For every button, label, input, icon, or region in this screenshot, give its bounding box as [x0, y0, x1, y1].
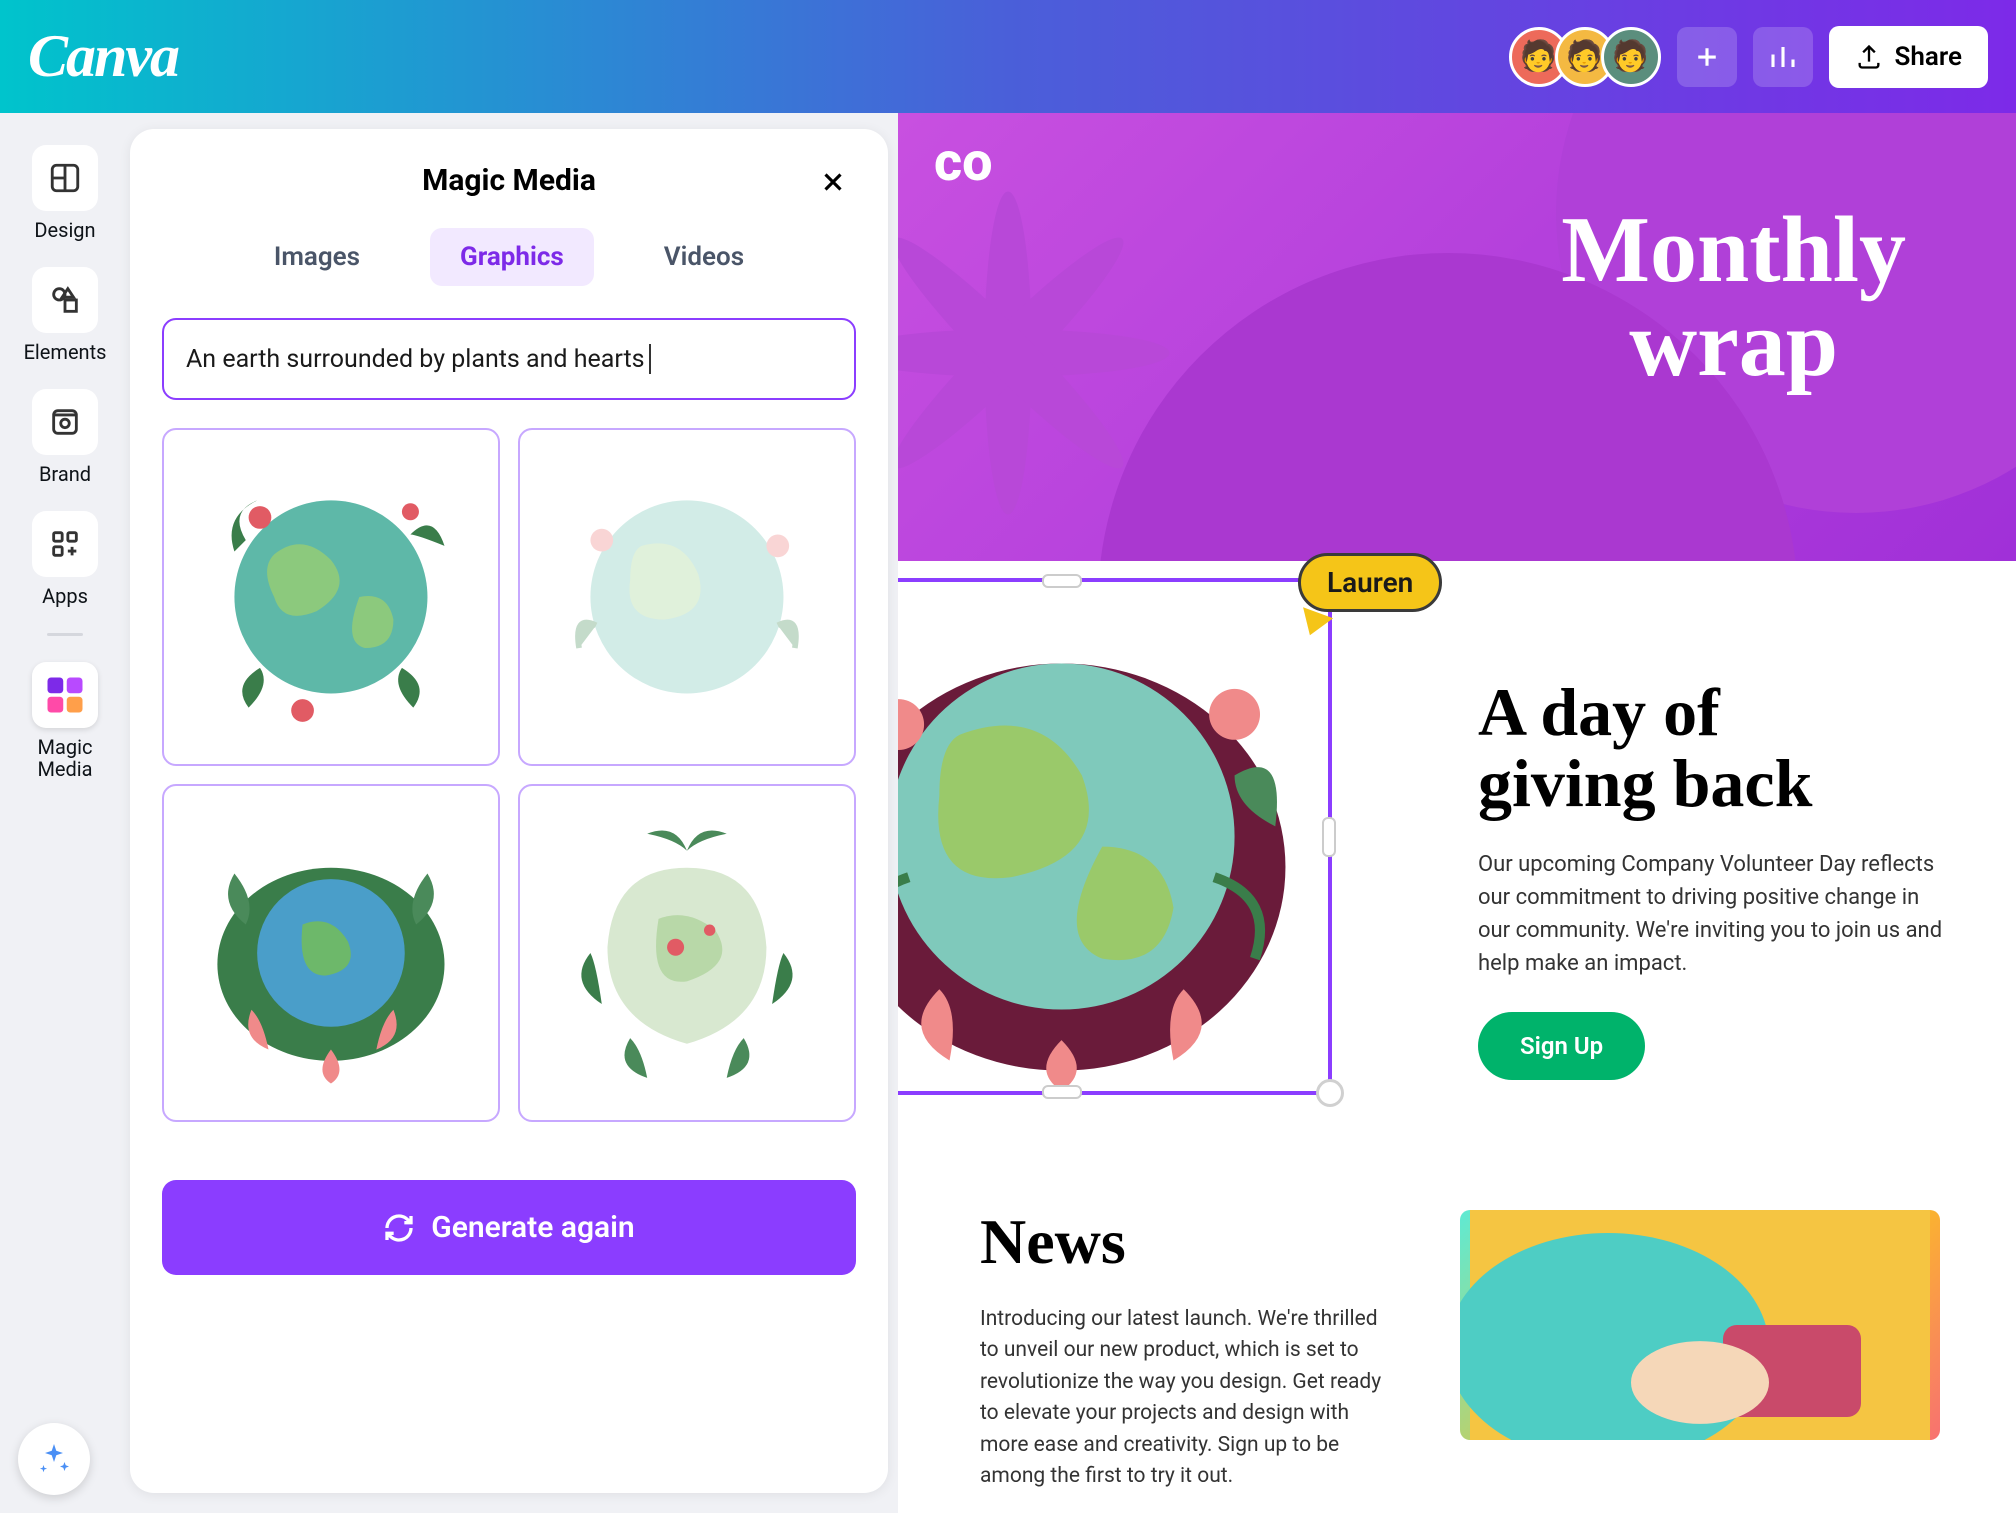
document[interactable]: co Monthly wrap — [898, 113, 2016, 1513]
canvas[interactable]: co Monthly wrap — [898, 113, 2016, 1513]
article-body[interactable]: Our upcoming Company Volunteer Day refle… — [1478, 848, 1946, 980]
prompt-input[interactable]: An earth surrounded by plants and hearts — [162, 318, 856, 400]
panel-title: Magic Media — [422, 163, 596, 198]
tab-images[interactable]: Images — [244, 228, 390, 286]
hero-title[interactable]: Monthly wrap — [1561, 203, 1906, 391]
article-heading[interactable]: A day of giving back — [1478, 677, 1946, 820]
news-heading[interactable]: News — [980, 1210, 1400, 1274]
news-image[interactable] — [1460, 1210, 1940, 1440]
rail-label: Design — [34, 219, 95, 241]
earth-graphic-icon — [545, 455, 829, 739]
photo-placeholder-icon — [1460, 1210, 1940, 1440]
hero-section: co Monthly wrap — [898, 113, 2016, 561]
rail-design[interactable]: Design — [26, 137, 104, 249]
add-collaborator-button[interactable] — [1677, 27, 1737, 87]
rail-elements[interactable]: Elements — [26, 259, 104, 371]
result-tile[interactable] — [518, 428, 856, 766]
tab-graphics[interactable]: Graphics — [430, 228, 594, 286]
heading-line: giving back — [1478, 748, 1946, 819]
generate-label: Generate again — [431, 1210, 634, 1245]
decorative-star — [898, 153, 1178, 553]
selection-box[interactable] — [898, 578, 1332, 1095]
earth-graphic-icon — [189, 811, 473, 1095]
close-icon — [818, 167, 848, 197]
brand-icon — [48, 405, 82, 439]
rail-label: Brand — [39, 463, 91, 485]
prompt-value: An earth surrounded by plants and hearts — [186, 345, 645, 374]
sparkle-icon — [36, 1441, 72, 1477]
layout-icon — [48, 161, 82, 195]
result-tile[interactable] — [162, 428, 500, 766]
resize-handle[interactable] — [1042, 574, 1082, 588]
cursor-arrow-icon — [1295, 607, 1333, 640]
rail-brand[interactable]: Brand — [26, 381, 104, 493]
collaborator-cursor: Lauren — [1298, 553, 1442, 636]
earth-graphic-icon — [189, 455, 473, 739]
rail-divider — [47, 633, 83, 636]
results-grid — [162, 428, 856, 1122]
rail-label: Magic Media — [37, 736, 92, 780]
close-button[interactable] — [818, 167, 848, 205]
refresh-icon — [383, 1212, 415, 1244]
signup-button[interactable]: Sign Up — [1478, 1012, 1645, 1080]
plus-icon — [1692, 42, 1722, 72]
generate-again-button[interactable]: Generate again — [162, 1180, 856, 1275]
share-label: Share — [1895, 42, 1962, 72]
hero-title-line: wrap — [1561, 297, 1906, 391]
resize-handle[interactable] — [1042, 1085, 1082, 1099]
top-bar: Canva 🧑 🧑 🧑 Share — [0, 0, 2016, 113]
earth-graphic-icon[interactable] — [898, 582, 1328, 1091]
left-rail: Design Elements Brand Apps Magic Media — [0, 113, 130, 1513]
earth-graphic-icon — [545, 811, 829, 1095]
rail-label: Apps — [42, 585, 88, 607]
rail-magic-media[interactable]: Magic Media — [26, 654, 104, 788]
result-tile[interactable] — [518, 784, 856, 1122]
news-section[interactable]: News Introducing our latest launch. We'r… — [898, 1120, 2016, 1493]
canva-logo[interactable]: Canva — [28, 22, 178, 91]
share-button[interactable]: Share — [1829, 26, 1988, 88]
news-body[interactable]: Introducing our latest launch. We're thr… — [980, 1304, 1400, 1493]
text-cursor — [649, 344, 651, 374]
collaborator-avatars[interactable]: 🧑 🧑 🧑 — [1509, 27, 1661, 87]
apps-icon — [48, 527, 82, 561]
magic-media-panel: Magic Media Images Graphics Videos An ea… — [130, 129, 888, 1493]
doc-logo: co — [934, 131, 993, 194]
shapes-icon — [48, 283, 82, 317]
tab-videos[interactable]: Videos — [634, 228, 774, 286]
upload-icon — [1855, 43, 1883, 71]
rail-apps[interactable]: Apps — [26, 503, 104, 615]
ai-assistant-button[interactable] — [18, 1423, 90, 1495]
heading-line: A day of — [1478, 677, 1946, 748]
resize-handle[interactable] — [1316, 1079, 1344, 1107]
collaborator-name: Lauren — [1298, 553, 1442, 612]
magic-media-icon — [44, 674, 86, 716]
rail-label: Elements — [24, 341, 107, 363]
analytics-button[interactable] — [1753, 27, 1813, 87]
resize-handle[interactable] — [1322, 817, 1336, 857]
media-tabs: Images Graphics Videos — [130, 220, 888, 290]
result-tile[interactable] — [162, 784, 500, 1122]
avatar[interactable]: 🧑 — [1601, 27, 1661, 87]
chart-icon — [1768, 42, 1798, 72]
hero-title-line: Monthly — [1561, 203, 1906, 297]
